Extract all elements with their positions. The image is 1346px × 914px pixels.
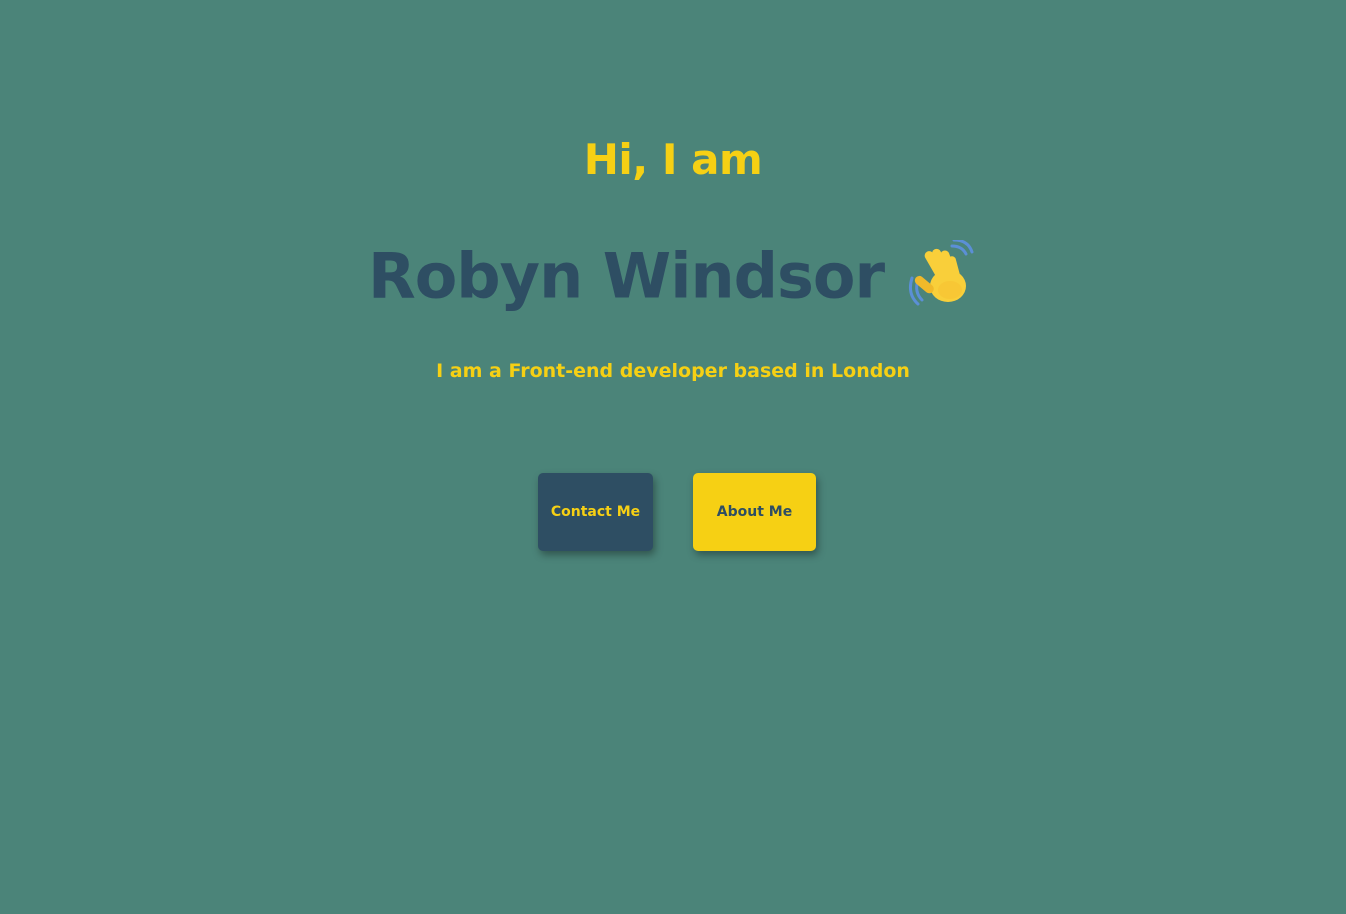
about-me-button[interactable]: About Me: [693, 473, 816, 551]
name-heading: Robyn Windsor: [367, 239, 885, 313]
tagline: I am a Front-end developer based in Lond…: [436, 360, 910, 382]
contact-me-button[interactable]: Contact Me: [538, 473, 653, 551]
hero-section: Hi, I am Robyn Windsor I am a Front-end …: [0, 0, 1346, 914]
greeting-heading: Hi, I am: [583, 135, 763, 184]
name-row: Robyn Windsor: [0, 236, 1346, 317]
waving-hand-icon: [908, 238, 978, 310]
